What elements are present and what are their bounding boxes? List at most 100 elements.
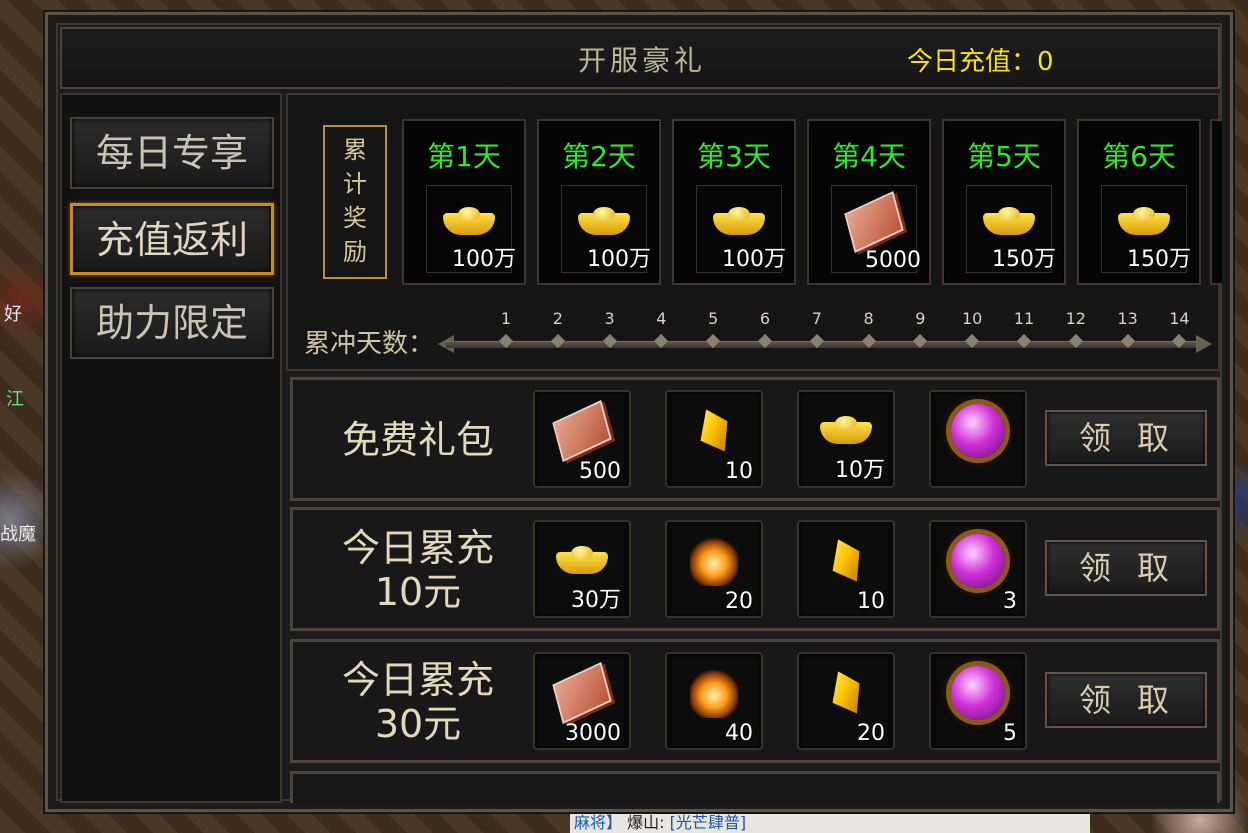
item-count: 5	[1003, 721, 1017, 746]
reward-amount: 100万	[587, 247, 651, 272]
track-tick-label: 3	[604, 309, 615, 328]
cumulative-rewards-label: 累计奖励	[323, 125, 387, 279]
yellow-crystal-icon	[698, 408, 730, 454]
reward-item[interactable]: 40	[665, 652, 763, 750]
reward-item[interactable]: 10万	[797, 390, 895, 488]
purple-orb-icon	[951, 534, 1005, 589]
tab-daily-exclusive[interactable]: 每日专享	[70, 117, 274, 189]
purple-orb-icon	[951, 404, 1005, 459]
day-reward-2[interactable]: 第2天 100万	[537, 119, 661, 285]
track-tick-label: 13	[1117, 309, 1138, 328]
reward-row-partial	[290, 771, 1220, 803]
day-reward-1[interactable]: 第1天 100万	[402, 119, 526, 285]
track-tick-label: 1	[500, 309, 512, 328]
reward-item[interactable]: 3	[929, 520, 1027, 618]
track-arrow-right	[1196, 335, 1212, 353]
day-reward-partial	[1210, 119, 1222, 285]
item-count: 3	[1003, 589, 1017, 614]
day-reward-4[interactable]: 第4天 5000	[807, 119, 931, 285]
purple-orb-icon	[951, 666, 1005, 721]
row-title: 今日累充	[341, 526, 494, 570]
opening-gift-panel: 开服豪礼 今日充值：0 每日专享 充值返利 助力限定 累计奖励 第1天 100万…	[45, 12, 1233, 812]
chat-text: 爆山:	[627, 813, 665, 832]
item-count: 10	[857, 589, 885, 614]
day-reward-5[interactable]: 第5天 150万	[942, 119, 1066, 285]
row-subtitle: 30元	[374, 702, 462, 746]
reward-row-free: 免费礼包 500 10 10万 领取	[290, 377, 1220, 501]
item-count: 10万	[835, 458, 885, 483]
fire-ore-icon	[690, 536, 738, 587]
track-tick-label: 7	[811, 309, 822, 328]
track-tick-label: 5	[708, 309, 719, 328]
track-tick-label: 2	[552, 309, 563, 328]
item-count: 30万	[571, 588, 621, 613]
main-content: 累计奖励 第1天 100万 第2天 100万 第3天 100万 第4天 5000	[286, 93, 1222, 803]
track-tick-label: 9	[915, 309, 926, 328]
tab-assist-limited[interactable]: 助力限定	[70, 287, 274, 359]
claim-button[interactable]: 领取	[1045, 410, 1207, 466]
title-bar: 开服豪礼 今日充值：0	[60, 27, 1220, 89]
track-tick-label: 14	[1169, 309, 1190, 328]
bg-label: 江	[6, 389, 24, 410]
day-label: 第5天	[967, 140, 1041, 173]
reward-amount: 5000	[865, 248, 921, 273]
gold-ingot-icon	[443, 207, 495, 237]
red-book-icon	[552, 400, 612, 463]
reward-item[interactable]	[929, 390, 1027, 488]
track-tick-label: 11	[1013, 309, 1035, 328]
rush-days-label: 累冲天数：	[304, 329, 435, 359]
gold-ingot-icon	[556, 546, 608, 576]
today-recharge-label: 今日充值：0	[907, 47, 1054, 77]
day-label: 第4天	[832, 140, 906, 173]
cumulative-rewards-box: 累计奖励 第1天 100万 第2天 100万 第3天 100万 第4天 5000	[286, 93, 1222, 371]
cumulative-label-text: 累计奖励	[343, 136, 367, 266]
day-label: 第2天	[562, 140, 636, 173]
chat-text: 麻将】	[574, 813, 623, 832]
item-count: 40	[725, 721, 753, 746]
bg-label: 战魔	[0, 524, 36, 545]
reward-amount: 100万	[452, 247, 516, 272]
day-reward-3[interactable]: 第3天 100万	[672, 119, 796, 285]
item-count: 10	[725, 459, 753, 484]
reward-row-30yuan: 今日累充 30元 3000 40 20 5 领取	[290, 639, 1220, 763]
day-label: 第3天	[697, 140, 771, 173]
track-tick-label: 10	[962, 309, 983, 328]
day-label: 第1天	[427, 140, 501, 173]
tab-recharge-rebate[interactable]: 充值返利	[70, 203, 274, 275]
track-tick-label: 8	[863, 309, 874, 328]
claim-button[interactable]: 领取	[1045, 540, 1207, 596]
reward-item[interactable]: 10	[797, 520, 895, 618]
row-subtitle: 10元	[374, 570, 462, 614]
chat-strip: 麻将】 爆山: [光芒肆普]	[570, 812, 1090, 833]
gold-ingot-icon	[578, 207, 630, 237]
reward-item[interactable]: 30万	[533, 520, 631, 618]
reward-row-10yuan: 今日累充 10元 30万 20 10 3 领取	[290, 507, 1220, 631]
reward-item[interactable]: 5	[929, 652, 1027, 750]
track-tick-label: 12	[1065, 309, 1086, 328]
yellow-crystal-icon	[830, 538, 862, 584]
row-title: 免费礼包	[341, 418, 494, 462]
reward-item[interactable]: 3000	[533, 652, 631, 750]
item-count: 20	[857, 721, 885, 746]
claim-button[interactable]: 领取	[1045, 672, 1207, 728]
sidebar: 每日专享 充值返利 助力限定	[60, 93, 282, 803]
track-tick-label: 6	[759, 309, 771, 328]
item-count: 500	[579, 459, 621, 484]
day-reward-6[interactable]: 第6天 150万	[1077, 119, 1201, 285]
reward-item[interactable]: 20	[797, 652, 895, 750]
reward-amount: 100万	[722, 247, 786, 272]
reward-amount: 150万	[1127, 247, 1191, 272]
day-label: 第6天	[1102, 140, 1176, 173]
bg-label: 好	[4, 304, 22, 325]
item-count: 20	[725, 589, 753, 614]
gold-ingot-icon	[713, 207, 765, 237]
yellow-crystal-icon	[830, 670, 862, 716]
red-book-icon	[844, 191, 904, 254]
gold-ingot-icon	[1118, 207, 1170, 237]
fire-ore-icon	[690, 668, 738, 719]
reward-item[interactable]: 10	[665, 390, 763, 488]
gold-ingot-icon	[983, 207, 1035, 237]
gold-ingot-icon	[820, 416, 872, 446]
reward-item[interactable]: 20	[665, 520, 763, 618]
reward-item[interactable]: 500	[533, 390, 631, 488]
